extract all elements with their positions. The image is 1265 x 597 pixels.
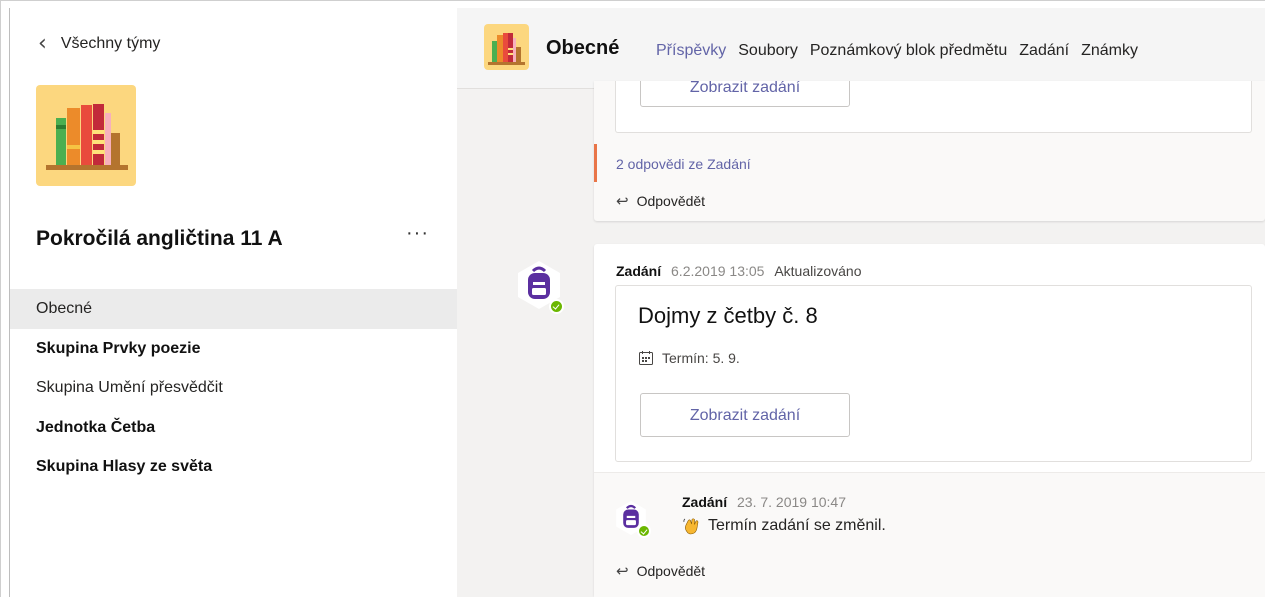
team-icon — [484, 24, 529, 70]
reply-section: Zadání 23. 7. 2019 10:47 Termín zadání s… — [594, 472, 1265, 597]
team-name: Pokročilá angličtina 11 A — [36, 227, 283, 250]
tab-prispevky[interactable]: Příspěvky — [656, 42, 727, 87]
channel-item-hlasy-ze-sveta[interactable]: Skupina Hlasy ze světa — [10, 447, 458, 487]
view-assignment-button[interactable]: Zobrazit zadání — [640, 393, 850, 437]
team-sidebar: ‹ Všechny týmy Pokročilá angličtina 11 A… — [9, 8, 458, 597]
bookshelf-icon — [46, 104, 128, 170]
assignment-card: Zobrazit zadání — [615, 81, 1252, 133]
channel-tabs: Příspěvky Soubory Poznámkový blok předmě… — [656, 42, 1150, 87]
post-time: 6.2.2019 13:05 — [671, 263, 765, 279]
reply-header: Zadání 23. 7. 2019 10:47 — [682, 494, 846, 510]
assignment-card: Dojmy z četby č. 8 Termín: 5. 9. Zobrazi… — [615, 285, 1252, 462]
channel-item-umeni-presvedcit[interactable]: Skupina Umění přesvědčit — [10, 368, 458, 408]
avatar — [615, 501, 651, 538]
message-thread: Zobrazit zadání 2 odpovědi ze Zadání ↩ O… — [594, 81, 1265, 221]
back-to-all-teams[interactable]: ‹ Všechny týmy — [38, 31, 161, 56]
bookshelf-icon — [488, 33, 525, 65]
message-post: Zadání 6.2.2019 13:05 Aktualizováno Dojm… — [594, 244, 1265, 597]
assignment-title: Dojmy z četby č. 8 — [638, 303, 818, 328]
reply-message: Termín zadání se změnil. — [682, 516, 886, 536]
reply-indicator-bar — [594, 144, 597, 182]
chevron-left-icon: ‹ — [38, 31, 47, 56]
presence-available-icon — [549, 299, 564, 314]
channel-item-obecne[interactable]: Obecné — [10, 289, 458, 329]
tab-zadani[interactable]: Zadání — [1019, 42, 1069, 60]
post-header: Zadání 6.2.2019 13:05 Aktualizováno — [616, 263, 862, 279]
channel-list: Obecné Skupina Prvky poezie Skupina Uměn… — [10, 289, 458, 487]
reply-button[interactable]: ↩ Odpovědět — [616, 192, 705, 210]
tab-poznamkovy-blok[interactable]: Poznámkový blok předmětu — [810, 42, 1007, 60]
due-date: Termín: 5. 9. — [638, 350, 740, 366]
tab-znamky[interactable]: Známky — [1081, 42, 1138, 60]
presence-available-icon — [637, 524, 651, 538]
more-options-icon[interactable]: ··· — [406, 222, 429, 245]
calendar-icon — [639, 351, 653, 365]
tab-soubory[interactable]: Soubory — [738, 42, 798, 60]
post-status: Aktualizováno — [774, 263, 862, 279]
channel-item-prvky-poezie[interactable]: Skupina Prvky poezie — [10, 329, 458, 369]
reply-label: Odpovědět — [636, 193, 706, 209]
reply-arrow-icon: ↩ — [616, 562, 629, 580]
replies-link[interactable]: 2 odpovědi ze Zadání — [616, 156, 751, 172]
reply-time: 23. 7. 2019 10:47 — [737, 494, 847, 510]
reply-author[interactable]: Zadání — [682, 494, 727, 510]
channel-item-jednotka-cetba[interactable]: Jednotka Četba — [10, 408, 458, 448]
avatar — [517, 261, 564, 314]
reply-arrow-icon: ↩ — [616, 192, 629, 210]
reply-label: Odpovědět — [636, 563, 706, 579]
reply-message-text: Termín zadání se změnil. — [708, 517, 886, 534]
due-date-label: Termín: 5. 9. — [662, 350, 740, 366]
channel-title: Obecné — [546, 37, 620, 59]
channel-header: Obecné Příspěvky Soubory Poznámkový blok… — [457, 8, 1265, 89]
post-author[interactable]: Zadání — [616, 263, 661, 279]
reply-button[interactable]: ↩ Odpovědět — [616, 562, 705, 580]
team-logo — [36, 85, 136, 186]
back-label: Všechny týmy — [60, 35, 161, 52]
view-assignment-button[interactable]: Zobrazit zadání — [640, 81, 850, 107]
waving-hand-icon — [683, 518, 699, 535]
channel-content: Obecné Příspěvky Soubory Poznámkový blok… — [457, 8, 1265, 597]
